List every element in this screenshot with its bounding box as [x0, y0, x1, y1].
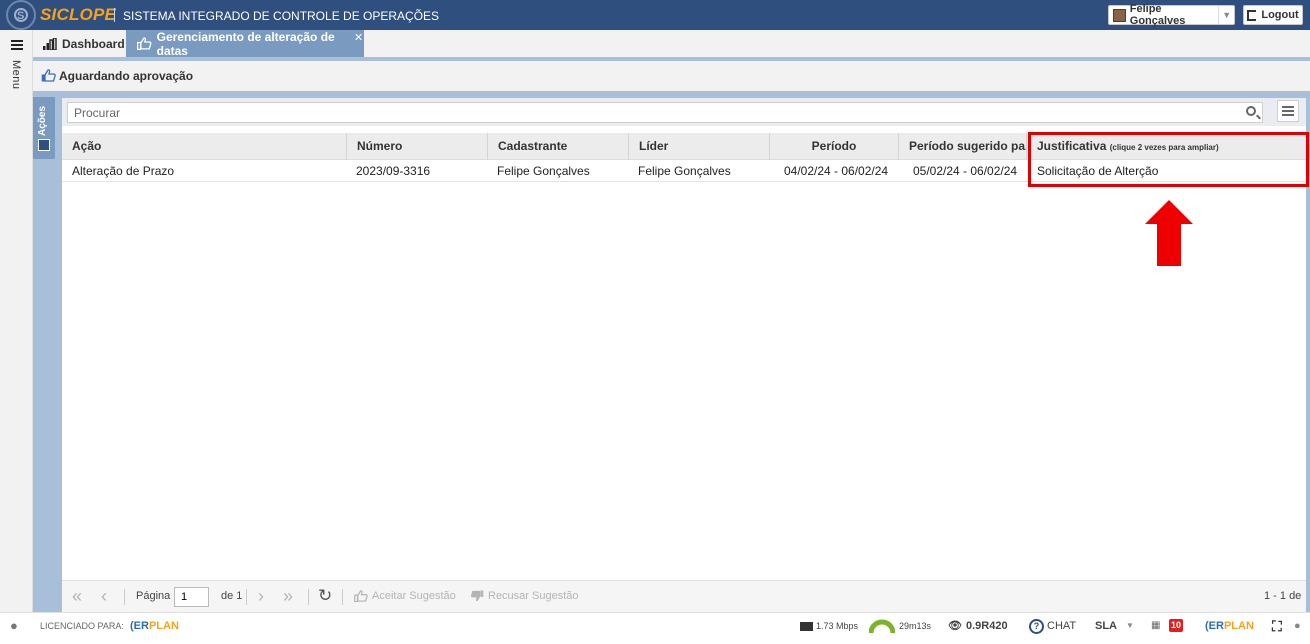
reject-suggestion-button[interactable]: Recusar Sugestão	[470, 580, 579, 612]
column-header-periodo-sugerido[interactable]: Período sugerido pa...	[899, 133, 1027, 160]
chat-label: CHAT	[1047, 620, 1077, 632]
previous-page-icon[interactable]: ‹	[101, 580, 107, 612]
reject-suggestion-label: Recusar Sugestão	[488, 590, 579, 602]
status-bar: ● LICENCIADO PARA: (ERPLAN 1.73 Mbps 29m…	[0, 612, 1310, 638]
thumbs-up-icon	[41, 69, 56, 82]
top-bar: S SICLOPE SISTEMA INTEGRADO DE CONTROLE …	[0, 0, 1310, 30]
erplan-plan-right: PLAN	[1223, 620, 1254, 632]
page-label: Página	[136, 590, 171, 602]
chat-icon: ?	[1029, 618, 1044, 634]
network-speed-value: 1.73 Mbps	[816, 621, 859, 631]
column-header-lider[interactable]: Líder	[629, 133, 770, 160]
cell-lider: Felipe Gonçalves	[638, 164, 731, 178]
version-value: 0.9R420	[965, 620, 1008, 632]
first-page-icon[interactable]: «	[72, 580, 82, 612]
search-icon[interactable]	[1246, 106, 1256, 116]
erplan-er: ER	[133, 620, 149, 632]
fullscreen-icon[interactable]: ⛶	[1272, 613, 1282, 639]
session-time-value: 29m13s	[899, 621, 932, 631]
globe-icon[interactable]: ●	[1294, 613, 1301, 639]
licensed-label: LICENCIADO PARA:	[40, 621, 124, 631]
column-header-numero[interactable]: Número	[347, 133, 488, 160]
actions-icon[interactable]	[38, 139, 50, 151]
brand-name: SICLOPE	[40, 5, 117, 24]
accept-suggestion-button[interactable]: Aceitar Sugestão	[354, 580, 456, 612]
cell-cadastrante: Felipe Gonçalves	[497, 164, 590, 178]
chevron-down-icon[interactable]: ▼	[1126, 613, 1134, 639]
accept-suggestion-label: Aceitar Sugestão	[372, 590, 456, 602]
bar-chart-icon	[43, 37, 57, 50]
refresh-icon[interactable]: ↻	[318, 580, 332, 612]
gauge-icon	[869, 619, 895, 633]
tab-dashboard-label: Dashboard	[62, 36, 125, 51]
siclope-logo-icon: S	[6, 0, 36, 30]
thumbs-down-icon	[470, 590, 484, 602]
thumbs-up-icon	[354, 590, 368, 602]
erplan-er-right: ER	[1208, 620, 1224, 632]
column-header-periodo[interactable]: Período	[770, 133, 899, 160]
page-header: Aguardando aprovação	[33, 61, 1310, 91]
tab-gerenciamento-datas[interactable]: Gerenciamento de alteração de datas	[126, 29, 364, 58]
version-info: 👁 0.9R420	[948, 613, 1008, 639]
page-title: Aguardando aprovação	[59, 69, 194, 83]
cell-numero: 2023/09-3316	[356, 164, 431, 178]
red-arrow-icon	[1145, 200, 1193, 266]
logout-button[interactable]: Logout	[1243, 5, 1303, 25]
pagination-bar	[62, 580, 1306, 612]
logout-label: Logout	[1261, 9, 1299, 21]
menu-label[interactable]: Menu	[10, 60, 22, 90]
chat-button[interactable]: ? CHAT	[1029, 613, 1076, 639]
sidebar: Menu	[0, 30, 33, 612]
highlight-box	[1028, 132, 1309, 187]
notification-badge[interactable]: 10	[1169, 619, 1184, 632]
erplan-logo: (ERPLAN	[130, 620, 179, 632]
calendar-icon[interactable]: ▦	[1151, 613, 1160, 639]
column-header-acao[interactable]: Ação	[62, 133, 347, 160]
app-subtitle: SISTEMA INTEGRADO DE CONTROLE DE OPERAÇÕ…	[123, 9, 440, 23]
network-icon	[800, 621, 813, 631]
user-dropdown[interactable]: Felipe Gonçalves ▼	[1108, 3, 1235, 27]
avatar	[1113, 8, 1126, 22]
tab-bar: Dashboard Gerenciamento de alteração de …	[33, 29, 1310, 58]
page-range-text: 1 - 1 de 1	[1264, 590, 1302, 634]
column-header-cadastrante[interactable]: Cadastrante	[488, 133, 629, 160]
tab-close-icon[interactable]: ✕	[354, 31, 363, 44]
brand-divider	[114, 8, 115, 22]
tab-gerenciamento-label: Gerenciamento de alteração de datas	[156, 29, 335, 58]
expand-circle-icon[interactable]: ●	[10, 613, 18, 639]
sla-label[interactable]: SLA	[1095, 613, 1117, 639]
erplan-plan: PLAN	[148, 620, 179, 632]
erplan-logo-right: (ERPLAN	[1205, 620, 1254, 632]
svg-text:S: S	[17, 10, 24, 22]
page-total-label: de 1	[221, 590, 243, 602]
cell-periodo-sugerido: 05/02/24 - 06/02/24	[913, 164, 1018, 178]
actions-label[interactable]: Ações	[37, 100, 48, 136]
search-input[interactable]	[67, 102, 1263, 123]
user-name: Felipe Gonçalves	[1129, 3, 1186, 27]
list-view-button[interactable]	[1277, 100, 1299, 122]
thumbs-up-icon	[137, 37, 152, 50]
eye-icon: 👁	[948, 620, 962, 632]
page-number-input[interactable]	[174, 587, 209, 607]
hamburger-menu-icon[interactable]	[11, 40, 23, 50]
tab-dashboard[interactable]: Dashboard	[35, 30, 125, 57]
session-timer: 29m13s	[869, 613, 931, 639]
last-page-icon[interactable]: »	[283, 580, 293, 612]
cell-periodo: 04/02/24 - 06/02/24	[784, 164, 889, 178]
chevron-down-icon[interactable]: ▼	[1218, 6, 1234, 24]
cell-acao: Alteração de Prazo	[72, 164, 175, 178]
network-speed: 1.73 Mbps	[800, 613, 858, 639]
logout-icon	[1247, 9, 1257, 21]
next-page-icon[interactable]: ›	[258, 580, 264, 612]
